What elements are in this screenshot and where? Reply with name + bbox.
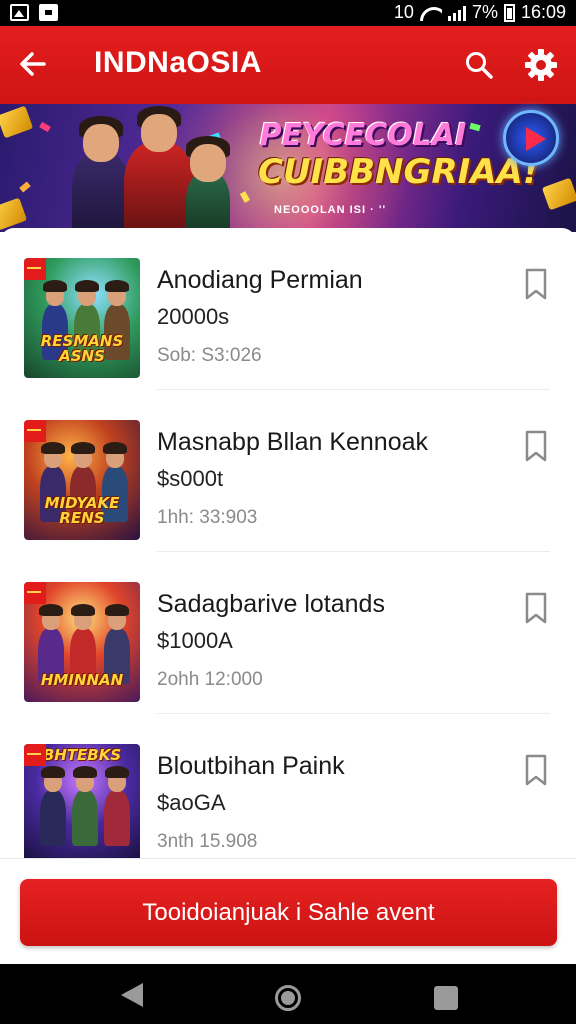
gold-block — [0, 105, 34, 139]
hero-figure — [72, 116, 130, 232]
gold-block — [0, 197, 28, 231]
confetti — [39, 121, 51, 133]
battery-icon — [503, 3, 515, 22]
back-arrow-icon[interactable] — [18, 49, 48, 79]
item-meta: 3nth 15.908 — [157, 831, 258, 852]
bookmark-icon[interactable] — [522, 266, 550, 302]
app-bar: INDNaOSIA — [0, 26, 576, 104]
hero-figure — [124, 106, 194, 232]
ribbon-badge — [24, 744, 46, 766]
search-icon[interactable] — [464, 50, 494, 80]
gear-icon[interactable] — [524, 48, 558, 82]
item-price: 20000s — [157, 304, 230, 329]
game-thumbnail: HMINNAN — [24, 582, 140, 702]
message-notification-icon — [39, 4, 58, 21]
hero-figure — [186, 136, 230, 232]
signal-icon — [447, 5, 466, 21]
clock: 16:09 — [520, 2, 566, 22]
gold-block — [541, 177, 576, 211]
item-price: $aoGA — [157, 790, 226, 815]
game-thumbnail: RESMANS ASNS — [24, 258, 140, 378]
page-title: INDNaOSIA — [94, 46, 262, 79]
play-icon[interactable] — [503, 110, 559, 166]
thumbnail-logo: HMINNAN — [40, 671, 124, 689]
bookmark-icon[interactable] — [522, 428, 550, 464]
game-list: RESMANS ASNS Anodiang Permian 20000s Sob… — [0, 228, 576, 858]
list-item[interactable]: RESMANS ASNS Anodiang Permian 20000s Sob… — [0, 228, 576, 390]
thumbnail-logo: MIDYAKE RENS — [44, 494, 120, 527]
game-thumbnail: BHTEBKS — [24, 744, 140, 858]
primary-cta-button[interactable]: Tooidoianjuak i Sahle avent — [20, 879, 557, 946]
item-meta: 2ohh 12:000 — [157, 669, 263, 690]
wifi-icon — [420, 5, 442, 21]
item-title: Masnabp Bllan Kennoak — [157, 428, 429, 456]
banner-subtitle: NEOOOLAN ISI · '' — [274, 204, 387, 216]
ribbon-badge — [24, 582, 46, 604]
thumbnail-logo: RESMANS ASNS — [40, 332, 124, 365]
status-bar: 10 7% 16:09 — [0, 0, 576, 26]
item-meta: 1hh: 33:903 — [157, 507, 258, 528]
item-title: Anodiang Permian — [157, 266, 363, 294]
ribbon-badge — [24, 258, 46, 280]
game-thumbnail: MIDYAKE RENS — [24, 420, 140, 540]
promo-banner[interactable]: PEYCECOLAI CUIBBNGRIAA! NEOOOLAN ISI · '… — [0, 104, 576, 232]
cta-bar: Tooidoianjuak i Sahle avent — [0, 858, 576, 964]
nav-back-icon[interactable] — [121, 983, 143, 1007]
item-price: $s000t — [157, 466, 224, 491]
banner-title: PEYCECOLAI CUIBBNGRIAA! — [258, 118, 539, 192]
item-title: Sadagbarive lotands — [157, 590, 385, 618]
list-item[interactable]: HMINNAN Sadagbarive lotands $1000A 2ohh … — [0, 552, 576, 714]
list-item[interactable]: BHTEBKS Bloutbihan Paink $aoGA 3nth 15.9… — [0, 714, 576, 858]
item-meta: Sob: S3:026 — [157, 345, 262, 366]
nav-home-icon[interactable] — [275, 985, 301, 1011]
network-label: 10 — [393, 2, 414, 22]
bookmark-icon[interactable] — [522, 590, 550, 626]
item-title: Bloutbihan Paink — [157, 752, 345, 780]
item-price: $1000A — [157, 628, 233, 653]
confetti — [469, 122, 481, 132]
list-item[interactable]: MIDYAKE RENS Masnabp Bllan Kennoak $s000… — [0, 390, 576, 552]
bookmark-icon[interactable] — [522, 752, 550, 788]
system-nav-bar — [0, 964, 576, 1024]
ribbon-badge — [24, 420, 46, 442]
battery-percent: 7% — [471, 2, 498, 22]
nav-recent-icon[interactable] — [434, 986, 458, 1010]
confetti — [19, 181, 31, 193]
image-notification-icon — [10, 4, 29, 21]
